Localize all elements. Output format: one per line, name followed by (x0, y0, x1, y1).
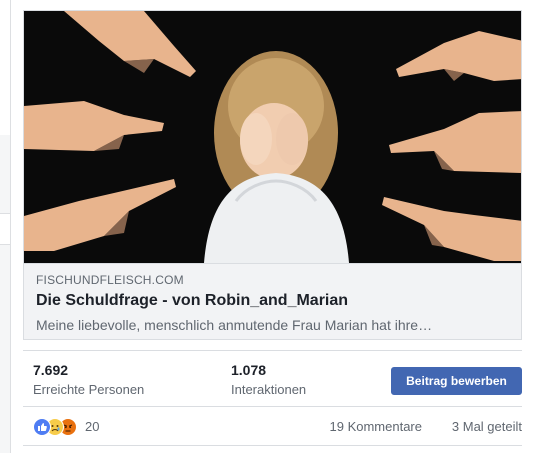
engagement-label: Interaktionen (231, 382, 307, 397)
engagement-bar: 20 19 Kommentare 3 Mal geteilt (23, 406, 522, 446)
comments-count-link[interactable]: 19 Kommentare (330, 419, 423, 435)
engagement-stat[interactable]: 1.078 Interaktionen (231, 361, 306, 398)
link-description: Meine liebevolle, menschlich anmutende F… (36, 317, 433, 333)
engagement-value: 1.078 (231, 362, 267, 378)
like-icon (33, 418, 51, 436)
link-preview-image[interactable] (24, 11, 521, 263)
link-preview[interactable]: FISCHUNDFLEISCH.COM Die Schuldfrage - vo… (23, 10, 522, 340)
reach-label: Erreichte Personen (33, 382, 145, 397)
reach-value: 7.692 (33, 362, 69, 378)
boost-post-button[interactable]: Beitrag bewerben (391, 367, 522, 395)
screen: FISCHUNDFLEISCH.COM Die Schuldfrage - vo… (0, 0, 533, 453)
link-preview-meta[interactable]: FISCHUNDFLEISCH.COM Die Schuldfrage - vo… (24, 263, 521, 339)
post-insights: 7.692 Erreichte Personen 1.078 Interakti… (23, 350, 522, 406)
reaction-count[interactable]: 20 (85, 419, 99, 435)
link-title[interactable]: Die Schuldfrage - von Robin_and_Marian (36, 291, 511, 311)
shares-count-link[interactable]: 3 Mal geteilt (452, 419, 522, 435)
post-card: FISCHUNDFLEISCH.COM Die Schuldfrage - vo… (10, 0, 533, 453)
link-domain: FISCHUNDFLEISCH.COM (36, 273, 184, 287)
reaction-icons[interactable] (33, 418, 83, 436)
reach-stat[interactable]: 7.692 Erreichte Personen (33, 361, 144, 398)
